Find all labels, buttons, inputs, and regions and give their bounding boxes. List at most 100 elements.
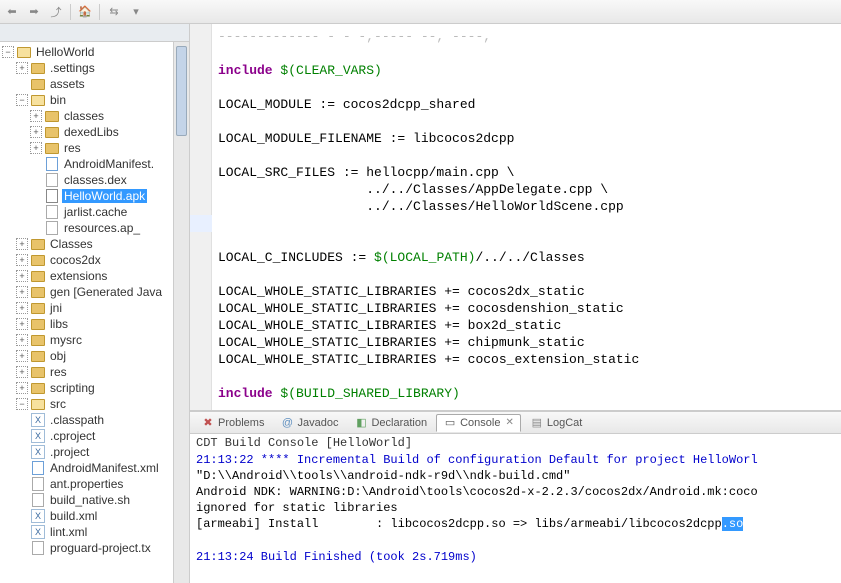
tree-item[interactable]: AndroidManifest.xml (0, 460, 189, 476)
project-tree[interactable]: −HelloWorld +.settings assets −bin +clas… (0, 42, 189, 583)
console-line: 21:13:22 **** Incremental Build of confi… (196, 452, 835, 468)
tree-label: mysrc (48, 333, 84, 347)
tree-item[interactable]: − src (0, 396, 189, 412)
folder-icon (44, 140, 60, 156)
tree-item-selected[interactable]: HelloWorld.apk (0, 188, 189, 204)
tab-label: Problems (218, 417, 264, 429)
code-blank (218, 147, 835, 164)
file-icon (30, 540, 46, 556)
expander-icon[interactable]: − (2, 46, 14, 58)
tab-declaration[interactable]: ◧Declaration (347, 414, 434, 432)
tree-item[interactable]: +cocos2dx (0, 252, 189, 268)
tree-label: lint.xml (48, 525, 89, 539)
code-line: ../../Classes/HelloWorldScene.cpp (218, 198, 835, 215)
tree-item[interactable]: + mysrc (0, 332, 189, 348)
tree-item[interactable]: lint.xml (0, 524, 189, 540)
tree-label: src (48, 397, 68, 411)
expander-icon[interactable]: + (16, 62, 28, 74)
tree-item[interactable]: +Classes (0, 236, 189, 252)
tree-label: proguard-project.tx (48, 541, 153, 555)
tab-console[interactable]: ▭Console✕ (436, 414, 521, 432)
file-icon (44, 220, 60, 236)
expander-icon[interactable]: + (16, 302, 28, 314)
tree-item[interactable]: resources.ap_ (0, 220, 189, 236)
scrollbar-thumb[interactable] (176, 46, 187, 136)
tree-item[interactable]: +extensions (0, 268, 189, 284)
expander-icon[interactable]: + (16, 366, 28, 378)
tree-label: dexedLibs (62, 125, 121, 139)
code-line: LOCAL_WHOLE_STATIC_LIBRARIES += box2d_st… (218, 317, 835, 334)
tree-item[interactable]: + dexedLibs (0, 124, 189, 140)
expander-icon[interactable]: + (16, 286, 28, 298)
code-line: LOCAL_WHOLE_STATIC_LIBRARIES += cocos2dx… (218, 283, 835, 300)
tree-item[interactable]: +.settings (0, 60, 189, 76)
folder-icon (30, 252, 46, 268)
explorer-scrollbar[interactable] (173, 42, 189, 583)
console-line: ignored for static libraries (196, 500, 835, 516)
tree-label: classes.dex (62, 173, 129, 187)
tree-item[interactable]: proguard-project.tx (0, 540, 189, 556)
link-icon[interactable]: ⇆ (106, 4, 122, 20)
expander-icon[interactable]: − (16, 94, 28, 106)
code-blank (218, 45, 835, 62)
declaration-icon: ◧ (354, 416, 368, 430)
tree-item[interactable]: AndroidManifest. (0, 156, 189, 172)
tree-item[interactable]: +classes (0, 108, 189, 124)
tree-item[interactable]: assets (0, 76, 189, 92)
xml-file-icon (30, 412, 46, 428)
javadoc-icon: @ (280, 416, 294, 430)
tab-logcat[interactable]: ▤LogCat (523, 414, 589, 432)
tree-item[interactable]: ant.properties (0, 476, 189, 492)
code-editor[interactable]: ------------- - - -,----- --, ----, incl… (212, 24, 841, 410)
tree-item[interactable]: jarlist.cache (0, 204, 189, 220)
console-line: 21:13:24 Build Finished (took 2s.719ms) (196, 549, 835, 565)
expander-icon[interactable]: + (16, 382, 28, 394)
code-line: include $(BUILD_SHARED_LIBRARY) (218, 385, 835, 402)
tree-item[interactable]: −bin (0, 92, 189, 108)
back-icon[interactable]: ⬅ (4, 4, 20, 20)
tree-item[interactable]: build.xml (0, 508, 189, 524)
tree-item[interactable]: +obj (0, 348, 189, 364)
console-icon: ▭ (443, 416, 457, 430)
close-icon[interactable]: ✕ (505, 417, 513, 428)
xml-file-icon (44, 156, 60, 172)
tree-item[interactable]: +libs (0, 316, 189, 332)
xml-file-icon (30, 428, 46, 444)
expander-icon[interactable]: + (16, 334, 28, 346)
home-icon[interactable]: 🏠 (77, 4, 93, 20)
tab-label: Declaration (371, 417, 427, 429)
expander-icon[interactable]: + (16, 318, 28, 330)
expander-icon[interactable]: + (16, 238, 28, 250)
tree-item[interactable]: .cproject (0, 428, 189, 444)
expander-icon[interactable]: + (16, 270, 28, 282)
expander-icon[interactable]: + (30, 126, 42, 138)
tab-problems[interactable]: ✖Problems (194, 414, 271, 432)
tree-item[interactable]: .project (0, 444, 189, 460)
collapse-icon[interactable]: ▾ (128, 4, 144, 20)
tree-item[interactable]: +scripting (0, 380, 189, 396)
expander-icon[interactable]: + (16, 254, 28, 266)
tree-item[interactable]: +res (0, 140, 189, 156)
selected-text: .so (722, 517, 744, 531)
tree-item[interactable]: +res (0, 364, 189, 380)
main-toolbar: ⬅ ➡ ⤴ 🏠 ⇆ ▾ (0, 0, 841, 24)
expander-icon[interactable]: + (16, 350, 28, 362)
tree-root[interactable]: −HelloWorld (0, 44, 189, 60)
tab-javadoc[interactable]: @Javadoc (273, 414, 345, 432)
tree-item[interactable]: build_native.sh (0, 492, 189, 508)
expander-icon[interactable]: + (30, 142, 42, 154)
folder-icon (30, 284, 46, 300)
folder-icon (30, 364, 46, 380)
expander-icon[interactable]: − (16, 398, 28, 410)
tree-item[interactable]: +gen [Generated Java (0, 284, 189, 300)
tree-label: .project (48, 445, 91, 459)
tree-item[interactable]: .classpath (0, 412, 189, 428)
forward-icon[interactable]: ➡ (26, 4, 42, 20)
console-view[interactable]: CDT Build Console [HelloWorld] 21:13:22 … (190, 433, 841, 583)
up-icon[interactable]: ⤴ (48, 4, 64, 20)
tree-item[interactable]: +jni (0, 300, 189, 316)
expander-icon[interactable]: + (30, 110, 42, 122)
editor-view: ------------- - - -,----- --, ----, incl… (190, 24, 841, 411)
file-icon (30, 476, 46, 492)
tree-item[interactable]: classes.dex (0, 172, 189, 188)
